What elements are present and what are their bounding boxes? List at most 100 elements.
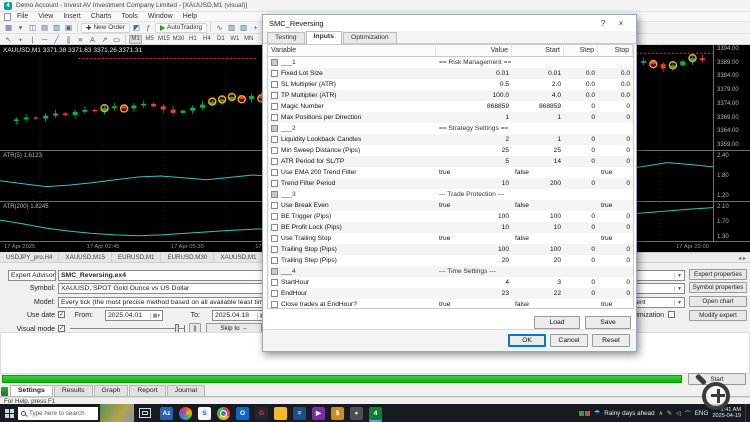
tab-scroll-arrows[interactable]: ◂ ▸ bbox=[734, 255, 750, 262]
app-calculator-icon[interactable]: = bbox=[293, 407, 306, 420]
modify-expert-button[interactable]: Modify expert bbox=[689, 310, 747, 321]
step-cell[interactable]: 0 bbox=[564, 224, 598, 231]
stop-cell[interactable]: true bbox=[598, 235, 633, 242]
table-row[interactable]: ___3--- Trade Protection --- bbox=[268, 189, 633, 200]
menu-insert[interactable]: Insert bbox=[59, 13, 85, 20]
start-cell[interactable]: 10 bbox=[512, 224, 564, 231]
tester-tab-results[interactable]: Results bbox=[54, 385, 93, 396]
step-cell[interactable]: 0 bbox=[564, 213, 598, 220]
tester-tab-report[interactable]: Report bbox=[129, 385, 165, 396]
table-row[interactable]: ___1== Risk Management == bbox=[268, 57, 633, 68]
hline-icon[interactable]: ─ bbox=[39, 34, 50, 44]
volume-icon[interactable]: ◁ bbox=[676, 410, 681, 417]
row-checkbox[interactable] bbox=[271, 301, 278, 308]
mt4-tray-icon[interactable] bbox=[579, 411, 590, 416]
value-cell[interactable]: 868859 bbox=[436, 103, 512, 110]
step-cell[interactable]: 0 bbox=[564, 147, 598, 154]
tester-tab-graph[interactable]: Graph bbox=[94, 385, 129, 396]
stop-cell[interactable]: 0 bbox=[598, 180, 633, 187]
stop-cell[interactable]: 0 bbox=[598, 103, 633, 110]
notification-edge[interactable] bbox=[745, 404, 748, 422]
table-row[interactable]: Max Positions per Direction1100 bbox=[268, 112, 633, 123]
table-row[interactable]: Fixed Lot Size0.010.010.00.0 bbox=[268, 68, 633, 79]
profiles-icon[interactable]: ▾ bbox=[15, 23, 26, 33]
stop-cell[interactable]: 0.0 bbox=[598, 92, 633, 99]
step-cell[interactable]: 0 bbox=[564, 114, 598, 121]
row-checkbox[interactable] bbox=[271, 70, 278, 77]
shapes-icon[interactable]: ▭ bbox=[111, 34, 122, 44]
stop-cell[interactable]: 0 bbox=[598, 213, 633, 220]
trendline-icon[interactable]: ╱ bbox=[51, 34, 62, 44]
channel-icon[interactable]: ∥ bbox=[63, 34, 74, 44]
stop-cell[interactable]: 0.0 bbox=[598, 81, 633, 88]
step-cell[interactable]: 0 bbox=[564, 136, 598, 143]
chart-tab[interactable]: EURUSD,M1 bbox=[112, 252, 161, 262]
value-cell[interactable]: 23 bbox=[436, 290, 512, 297]
stop-cell[interactable]: 0 bbox=[598, 136, 633, 143]
table-row[interactable]: ___2== Strategy Settings == bbox=[268, 123, 633, 134]
start-cell[interactable]: false bbox=[512, 169, 564, 176]
app-browser-icon[interactable]: G bbox=[255, 407, 268, 420]
value-cell[interactable]: 5 bbox=[436, 158, 512, 165]
ok-button[interactable]: OK bbox=[508, 334, 546, 347]
stop-cell[interactable]: 0 bbox=[598, 147, 633, 154]
start-cell[interactable]: false bbox=[512, 202, 564, 209]
table-row[interactable]: Use Trailing Stoptruefalsetrue bbox=[268, 233, 633, 244]
row-checkbox[interactable] bbox=[271, 136, 278, 143]
start-cell[interactable]: 100 bbox=[512, 246, 564, 253]
expert-advisors-icon[interactable]: ƒ bbox=[143, 23, 154, 33]
task-view-icon[interactable] bbox=[139, 408, 151, 418]
fibonacci-icon[interactable]: ≡ bbox=[75, 34, 86, 44]
stop-cell[interactable]: true bbox=[598, 202, 633, 209]
app-explorer-icon[interactable] bbox=[274, 407, 287, 420]
start-cell[interactable]: 4.0 bbox=[512, 92, 564, 99]
table-row[interactable]: Min Sweep Distance (Pips)252500 bbox=[268, 145, 633, 156]
value-cell[interactable]: 25 bbox=[436, 147, 512, 154]
start-cell[interactable]: 14 bbox=[512, 158, 564, 165]
value-cell[interactable]: 1 bbox=[436, 114, 512, 121]
value-cell[interactable]: --- Time Settings --- bbox=[436, 268, 512, 275]
row-checkbox[interactable] bbox=[271, 158, 278, 165]
strategy-tester-icon[interactable]: ◩ bbox=[131, 23, 142, 33]
terminal-icon[interactable]: ▣ bbox=[63, 23, 74, 33]
step-cell[interactable]: 0 bbox=[564, 103, 598, 110]
taskbar-search-input[interactable]: Type here to search bbox=[18, 407, 98, 420]
menu-window[interactable]: Window bbox=[144, 13, 177, 20]
table-row[interactable]: Trend Filter Period1020000 bbox=[268, 178, 633, 189]
timeframe-h1[interactable]: H1 bbox=[186, 35, 199, 44]
row-checkbox[interactable] bbox=[271, 213, 278, 220]
app-mail-icon[interactable]: O bbox=[236, 407, 249, 420]
zoom-in-icon[interactable]: + bbox=[250, 23, 261, 33]
indicators-icon[interactable]: ∿ bbox=[214, 23, 225, 33]
stop-cell[interactable]: 0 bbox=[598, 158, 633, 165]
start-cell[interactable]: 25 bbox=[512, 147, 564, 154]
menu-tools[interactable]: Tools bbox=[117, 13, 141, 20]
start-cell[interactable]: false bbox=[512, 301, 564, 308]
menu-help[interactable]: Help bbox=[179, 13, 201, 20]
tray-expand-icon[interactable]: ∧ bbox=[659, 410, 663, 417]
tester-mode-select[interactable]: Expert Advisor▼ bbox=[8, 270, 56, 281]
value-cell[interactable]: 100 bbox=[436, 213, 512, 220]
row-checkbox[interactable] bbox=[271, 180, 278, 187]
row-checkbox[interactable] bbox=[271, 59, 278, 66]
row-checkbox[interactable] bbox=[271, 103, 278, 110]
optimization-checkbox[interactable] bbox=[668, 311, 675, 318]
step-cell[interactable]: 0 bbox=[564, 257, 598, 264]
app-mt4-icon[interactable]: 4 bbox=[369, 407, 382, 420]
table-row[interactable]: ___4--- Time Settings --- bbox=[268, 266, 633, 277]
step-cell[interactable]: 0 bbox=[564, 290, 598, 297]
row-checkbox[interactable] bbox=[271, 81, 278, 88]
chart-tab[interactable]: EURUSD,M30 bbox=[161, 252, 214, 262]
value-cell[interactable]: 2 bbox=[436, 136, 512, 143]
data-window-icon[interactable]: ▤ bbox=[39, 23, 50, 33]
table-row[interactable]: ATR Period for SL/TP51400 bbox=[268, 156, 633, 167]
crosshair-icon[interactable]: + bbox=[15, 34, 26, 44]
row-checkbox[interactable] bbox=[271, 147, 278, 154]
tester-tab-settings[interactable]: Settings bbox=[10, 385, 53, 396]
row-checkbox[interactable] bbox=[271, 290, 278, 297]
start-button-windows[interactable] bbox=[0, 404, 18, 422]
value-cell[interactable]: 100 bbox=[436, 246, 512, 253]
dialog-tab-testing[interactable]: Testing bbox=[267, 32, 305, 43]
step-cell[interactable]: 0.0 bbox=[564, 81, 598, 88]
row-checkbox[interactable] bbox=[271, 257, 278, 264]
